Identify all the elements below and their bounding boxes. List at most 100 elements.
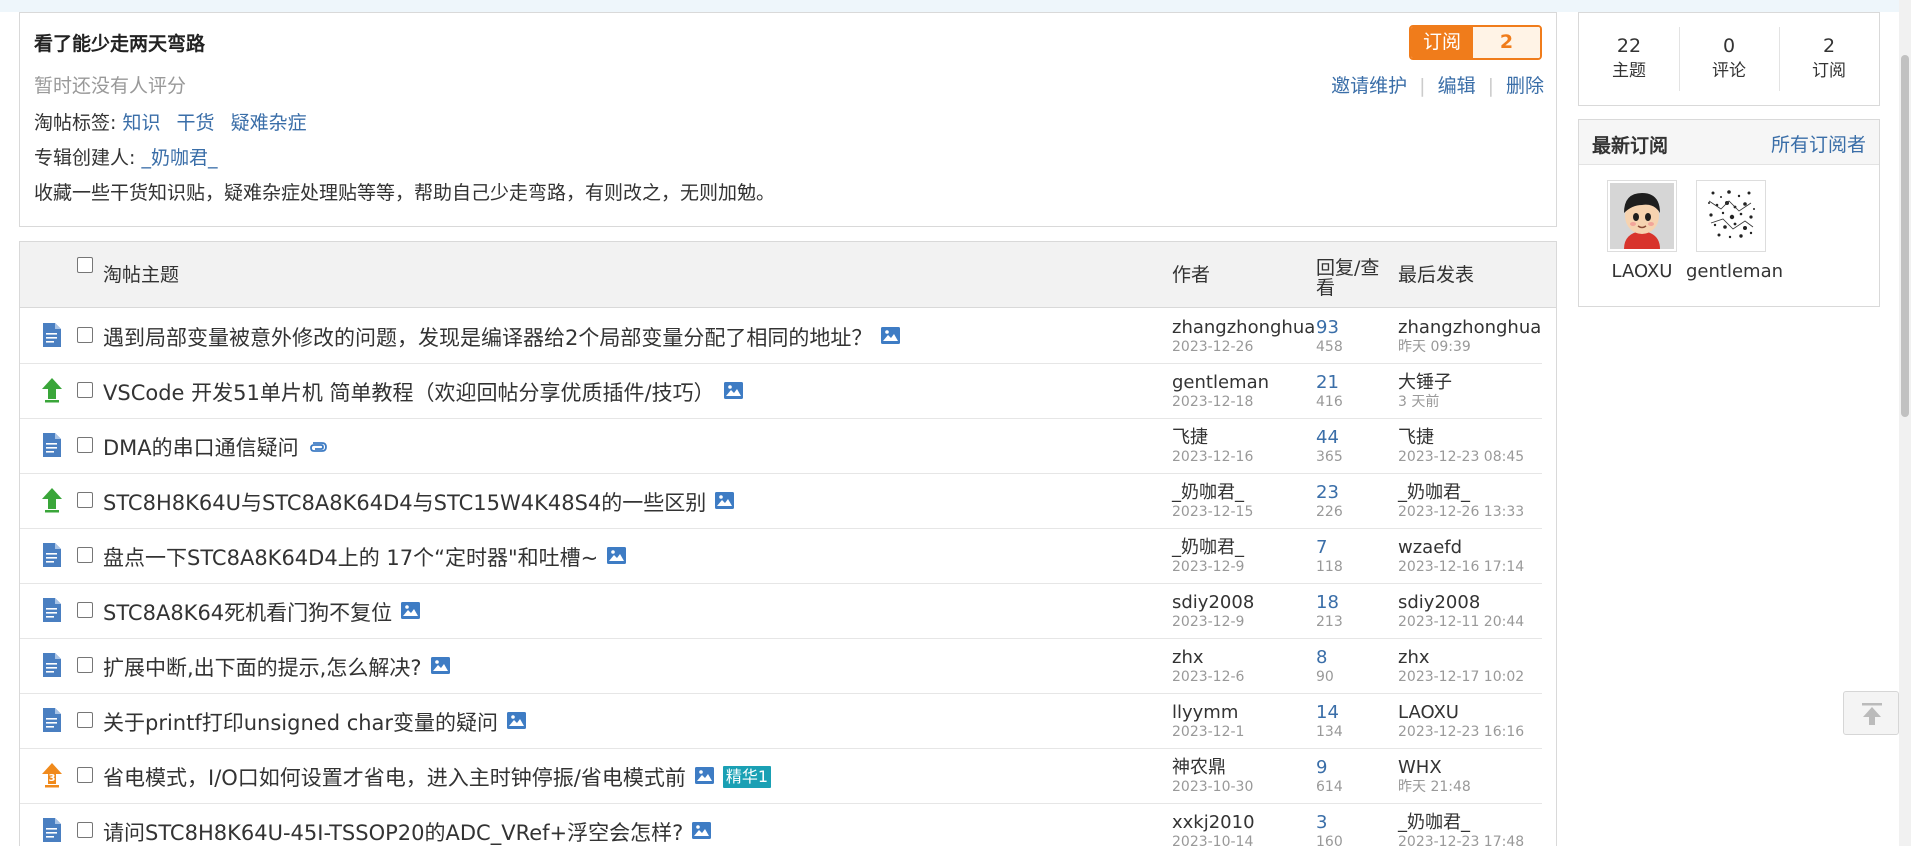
- reply-count[interactable]: 8: [1316, 647, 1334, 669]
- table-row[interactable]: 3 省电模式，I/O口如何设置才省电，进入主时钟停振/省电模式前 精华1 神农鼎 202…: [20, 749, 1542, 804]
- topic-link[interactable]: 遇到局部变量被意外修改的问题，发现是编译器给2个局部变量分配了相同的地址？: [103, 322, 872, 352]
- creator-link[interactable]: _奶咖君_: [141, 147, 217, 169]
- reply-count[interactable]: 93: [1316, 317, 1343, 339]
- arrow-up-icon[interactable]: [41, 487, 63, 513]
- last-poster-link[interactable]: _奶咖君_: [1398, 482, 1524, 504]
- author-link[interactable]: _奶咖君_: [1172, 537, 1244, 559]
- subscriber-name[interactable]: LAOXU: [1597, 261, 1687, 282]
- document-icon[interactable]: [41, 817, 63, 843]
- document-icon[interactable]: [41, 597, 63, 623]
- reply-count[interactable]: 9: [1316, 757, 1343, 779]
- row-checkbox[interactable]: [77, 602, 93, 618]
- reply-count[interactable]: 44: [1316, 427, 1343, 449]
- table-row[interactable]: VSCode 开发51单片机 简单教程（欢迎回帖分享优质插件/技巧） gentle…: [20, 364, 1542, 419]
- last-poster-link[interactable]: _奶咖君_: [1398, 812, 1524, 834]
- digest-badge[interactable]: 精华1: [722, 766, 772, 788]
- row-checkbox[interactable]: [77, 437, 93, 453]
- author-link[interactable]: sdiy2008: [1172, 592, 1254, 614]
- subscriber-item[interactable]: LAOXU: [1597, 180, 1687, 282]
- table-row[interactable]: 请问STC8H8K64U-45I-TSSOP20的ADC_VRef+浮空会怎样?…: [20, 804, 1542, 846]
- delete-link[interactable]: 删除: [1506, 75, 1544, 97]
- scrollbar-thumb[interactable]: [1901, 55, 1909, 417]
- reply-count[interactable]: 7: [1316, 537, 1343, 559]
- page-scrollbar[interactable]: [1899, 0, 1911, 846]
- tag-link[interactable]: 知识: [122, 112, 160, 134]
- last-poster-link[interactable]: wzaefd: [1398, 537, 1524, 559]
- last-post-time[interactable]: 2023-12-23 17:48: [1398, 834, 1524, 846]
- topic-link[interactable]: STC8H8K64U与STC8A8K64D4与STC15W4K48S4的一些区别: [103, 487, 706, 517]
- back-to-top-button[interactable]: [1843, 691, 1899, 735]
- hot-arrow-icon[interactable]: 3: [41, 762, 63, 788]
- reply-count[interactable]: 21: [1316, 372, 1343, 394]
- table-row[interactable]: DMA的串口通信疑问 飞捷 2023-12-16 44 365 飞捷 2023-12-23 …: [20, 419, 1542, 474]
- last-poster-link[interactable]: WHX: [1398, 757, 1471, 779]
- last-post-time[interactable]: 2023-12-11 20:44: [1398, 614, 1524, 630]
- last-poster-link[interactable]: 飞捷: [1398, 427, 1524, 449]
- row-checkbox[interactable]: [77, 327, 93, 343]
- topic-link[interactable]: VSCode 开发51单片机 简单教程（欢迎回帖分享优质插件/技巧）: [103, 377, 715, 407]
- document-icon[interactable]: [41, 707, 63, 733]
- cartoon-boy-avatar[interactable]: [1607, 180, 1677, 252]
- document-icon[interactable]: [41, 432, 63, 458]
- topic-link[interactable]: 盘点一下STC8A8K64D4上的 17个“定时器"和吐槽~: [103, 542, 598, 572]
- reply-count[interactable]: 23: [1316, 482, 1343, 504]
- table-row[interactable]: 遇到局部变量被意外修改的问题，发现是编译器给2个局部变量分配了相同的地址？ zha…: [20, 309, 1542, 364]
- topic-link[interactable]: 请问STC8H8K64U-45I-TSSOP20的ADC_VRef+浮空会怎样?: [103, 817, 683, 846]
- author-link[interactable]: 神农鼎: [1172, 757, 1253, 779]
- last-poster-link[interactable]: zhangzhonghua: [1398, 317, 1541, 339]
- table-row[interactable]: STC8H8K64U与STC8A8K64D4与STC15W4K48S4的一些区别…: [20, 474, 1542, 529]
- subscriber-item[interactable]: gentleman: [1686, 180, 1783, 282]
- table-row[interactable]: 关于printf打印unsigned char变量的疑问 llyymm 2023-1…: [20, 694, 1542, 749]
- last-poster-link[interactable]: zhx: [1398, 647, 1524, 669]
- arrow-up-icon[interactable]: [41, 377, 63, 403]
- last-poster-link[interactable]: LAOXU: [1398, 702, 1524, 724]
- last-poster-link[interactable]: sdiy2008: [1398, 592, 1524, 614]
- reply-count[interactable]: 3: [1316, 812, 1343, 834]
- document-icon[interactable]: [41, 542, 63, 568]
- last-poster-link[interactable]: 大锤子: [1398, 372, 1452, 394]
- edit-link[interactable]: 编辑: [1438, 75, 1476, 97]
- reply-count[interactable]: 18: [1316, 592, 1343, 614]
- select-all-checkbox[interactable]: [77, 257, 93, 273]
- topic-link[interactable]: STC8A8K64死机看门狗不复位: [103, 597, 392, 627]
- author-link[interactable]: llyymm: [1172, 702, 1244, 724]
- author-link[interactable]: _奶咖君_: [1172, 482, 1253, 504]
- topic-link[interactable]: DMA的串口通信疑问: [103, 432, 299, 462]
- author-link[interactable]: zhx: [1172, 647, 1244, 669]
- last-post-time[interactable]: 昨天 21:48: [1398, 779, 1471, 795]
- table-row[interactable]: STC8A8K64死机看门狗不复位 sdiy2008 2023-12-9 18 213 s…: [20, 584, 1542, 639]
- subscribe-button[interactable]: 订阅 2: [1409, 25, 1542, 60]
- row-checkbox[interactable]: [77, 712, 93, 728]
- last-post-time[interactable]: 2023-12-26 13:33: [1398, 504, 1524, 520]
- row-checkbox[interactable]: [77, 767, 93, 783]
- author-link[interactable]: gentleman: [1172, 372, 1269, 394]
- reply-count[interactable]: 14: [1316, 702, 1343, 724]
- row-checkbox[interactable]: [77, 822, 93, 838]
- author-link[interactable]: zhangzhonghua: [1172, 317, 1315, 339]
- topic-link[interactable]: 省电模式，I/O口如何设置才省电，进入主时钟停振/省电模式前: [103, 762, 686, 792]
- all-subscribers-link[interactable]: 所有订阅者: [1771, 130, 1866, 157]
- row-checkbox[interactable]: [77, 492, 93, 508]
- tag-link[interactable]: 疑难杂症: [231, 112, 307, 134]
- tag-link[interactable]: 干货: [177, 112, 215, 134]
- last-post-time[interactable]: 2023-12-23 08:45: [1398, 449, 1524, 465]
- topic-link[interactable]: 关于printf打印unsigned char变量的疑问: [103, 707, 498, 737]
- row-checkbox[interactable]: [77, 547, 93, 563]
- row-checkbox[interactable]: [77, 382, 93, 398]
- row-checkbox[interactable]: [77, 657, 93, 673]
- last-post-time[interactable]: 2023-12-23 16:16: [1398, 724, 1524, 740]
- last-post-time[interactable]: 2023-12-17 10:02: [1398, 669, 1524, 685]
- author-link[interactable]: xxkj2010: [1172, 812, 1255, 834]
- last-post-time[interactable]: 昨天 09:39: [1398, 339, 1541, 355]
- invite-maintain-link[interactable]: 邀请维护: [1331, 75, 1407, 97]
- table-row[interactable]: 扩展中断,出下面的提示,怎么解决? zhx 2023-12-6 8 90 zhx 2023-…: [20, 639, 1542, 694]
- document-icon[interactable]: [41, 652, 63, 678]
- table-row[interactable]: 盘点一下STC8A8K64D4上的 17个“定时器"和吐槽~ _奶咖君_ 2023-…: [20, 529, 1542, 584]
- topic-link[interactable]: 扩展中断,出下面的提示,怎么解决?: [103, 652, 422, 682]
- subscriber-name[interactable]: gentleman: [1686, 261, 1783, 282]
- last-post-time[interactable]: 2023-12-16 17:14: [1398, 559, 1524, 575]
- author-link[interactable]: 飞捷: [1172, 427, 1253, 449]
- last-post-time[interactable]: 3 天前: [1398, 394, 1452, 410]
- document-icon[interactable]: [41, 322, 63, 348]
- sketch-avatar[interactable]: [1696, 180, 1766, 252]
